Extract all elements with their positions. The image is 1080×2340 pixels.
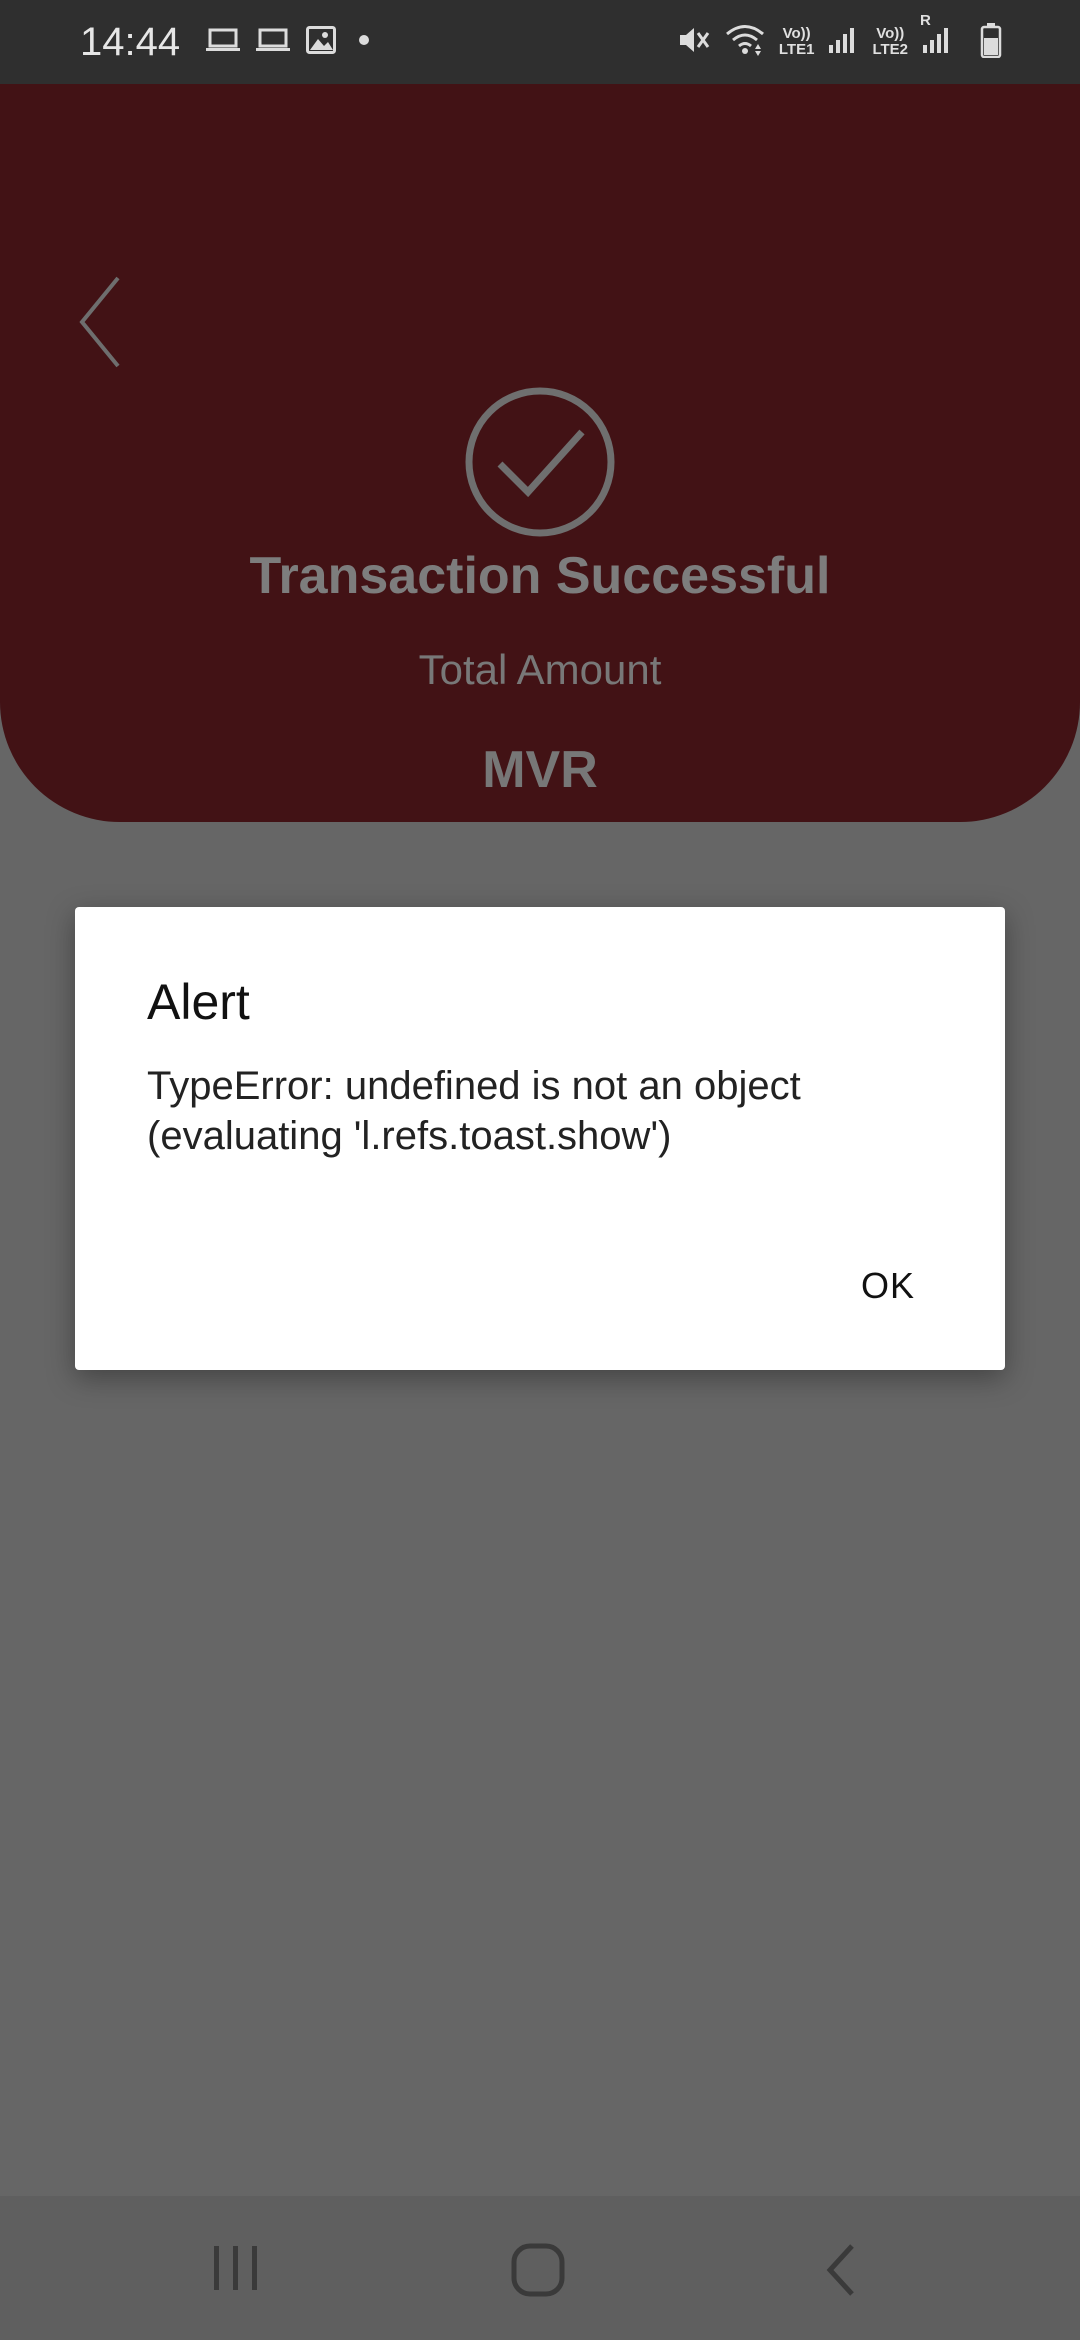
wifi-icon: [725, 23, 765, 62]
home-icon[interactable]: [510, 2242, 566, 2303]
navigation-bar: [0, 2196, 1080, 2340]
laptop-icon: [206, 27, 241, 58]
dot-icon: [352, 28, 376, 57]
sim1-network-label: Vo)) LTE1: [779, 26, 815, 58]
sim2-volte-label: Vo)): [876, 25, 905, 42]
image-icon: [306, 25, 337, 59]
status-right: Vo)) LTE1 Vo)) LTE2 R: [677, 12, 1002, 63]
amount-currency: MVR: [482, 741, 598, 799]
status-left: 14:44: [80, 20, 376, 65]
transaction-status-title: Transaction Successful: [249, 547, 831, 605]
status-bar: 14:44 Vo)) LTE1 Vo)) LTE2 R: [0, 0, 1080, 84]
mute-icon: [677, 25, 711, 60]
sim2-lte-label: LTE2: [872, 41, 908, 58]
back-arrow-icon[interactable]: [76, 274, 126, 375]
transaction-header-card: Transaction Successful Total Amount MVR: [0, 84, 1080, 822]
sim1-volte-label: Vo)): [782, 25, 811, 42]
laptop-icon: [256, 27, 291, 58]
signal-icon: [828, 25, 858, 60]
status-time: 14:44: [80, 19, 181, 64]
battery-icon: [980, 22, 1002, 63]
dialog-message: TypeError: undefined is not an object (e…: [147, 1064, 801, 1158]
sim1-lte-label: LTE1: [778, 41, 815, 58]
recent-apps-icon[interactable]: [210, 2242, 262, 2299]
signal-icon: R: [920, 12, 952, 60]
back-icon[interactable]: [822, 2242, 862, 2303]
ok-button[interactable]: OK: [861, 1265, 915, 1307]
sim2-network-label: Vo)) LTE2: [872, 26, 908, 58]
dialog-title: Alert: [147, 974, 250, 1030]
success-check-icon: [464, 386, 616, 543]
total-amount-label: Total Amount: [418, 646, 662, 693]
alert-dialog: Alert TypeError: undefined is not an obj…: [75, 907, 1005, 1370]
roaming-label: R: [920, 11, 931, 29]
